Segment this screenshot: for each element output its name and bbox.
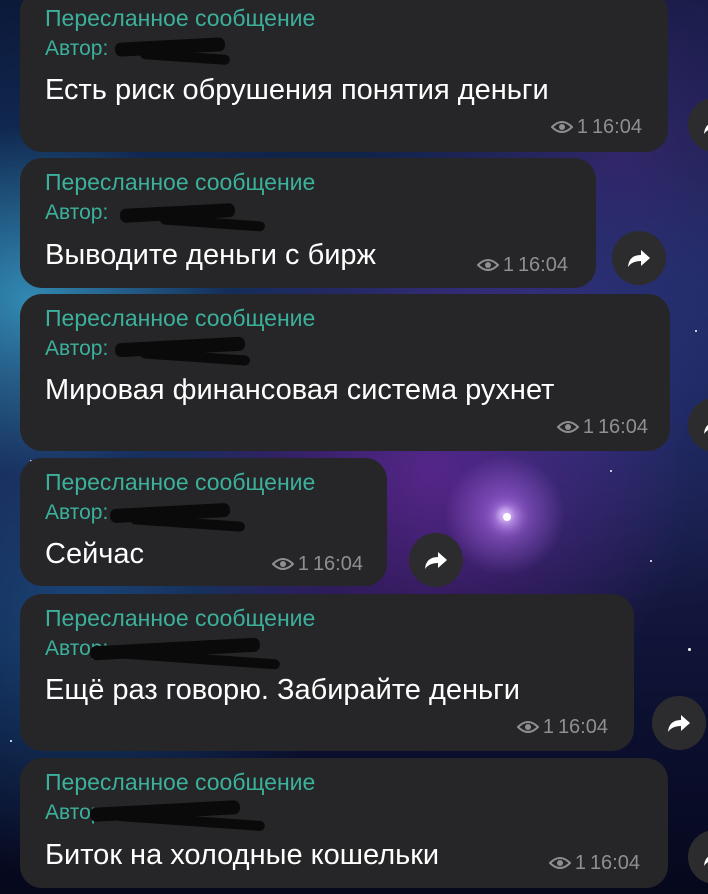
- message-bubble[interactable]: Пересланное сообщение Автор: Выводите де…: [20, 158, 596, 288]
- eye-icon: [550, 121, 573, 133]
- message-meta: 1 16:04: [271, 553, 363, 575]
- share-button[interactable]: [652, 696, 706, 750]
- share-button[interactable]: [688, 98, 708, 152]
- message-text: Ещё раз говорю. Забирайте деньги: [45, 674, 520, 706]
- message-bubble[interactable]: Пересланное сообщение Автор: Биток на хо…: [20, 758, 668, 888]
- message-time: 16:04: [589, 852, 640, 874]
- message-time: 16:04: [312, 553, 363, 575]
- share-arrow-icon: [668, 715, 690, 732]
- message-time: 16:04: [591, 116, 642, 138]
- message-text: Мировая финансовая система рухнет: [45, 374, 555, 406]
- message-bubble[interactable]: Пересланное сообщение Автор: Сейчас 1 16…: [20, 458, 387, 586]
- star: [688, 648, 691, 651]
- message-bubble[interactable]: Пересланное сообщение Автор: Ещё раз гов…: [20, 594, 634, 751]
- views-count: 1: [582, 416, 594, 438]
- message-bubble[interactable]: Пересланное сообщение Автор: Мировая фин…: [20, 294, 670, 451]
- eye-icon: [548, 857, 571, 869]
- author-label: Автор:: [45, 501, 109, 524]
- message-meta: 1 16:04: [476, 254, 568, 276]
- forwarded-label: Пересланное сообщение: [45, 769, 316, 795]
- views-count: 1: [502, 254, 514, 276]
- views-count: 1: [542, 716, 554, 738]
- message-meta: 1 16:04: [550, 116, 642, 138]
- message-meta: 1 16:04: [548, 852, 640, 874]
- star: [503, 513, 511, 521]
- forwarded-label: Пересланное сообщение: [45, 305, 316, 331]
- share-arrow-icon: [628, 250, 650, 267]
- eye-icon: [516, 721, 539, 733]
- message-time: 16:04: [517, 254, 568, 276]
- forwarded-label: Пересланное сообщение: [45, 169, 316, 195]
- share-arrow-icon: [425, 552, 447, 569]
- message-text: Сейчас: [45, 538, 145, 570]
- views-count: 1: [574, 852, 586, 874]
- share-button[interactable]: [688, 830, 708, 884]
- star: [695, 330, 697, 332]
- forwarded-label: Пересланное сообщение: [45, 469, 316, 495]
- eye-icon: [476, 259, 499, 271]
- forwarded-label: Пересланное сообщение: [45, 5, 316, 31]
- eye-icon: [271, 558, 294, 570]
- message-text: Выводите деньги с бирж: [45, 239, 376, 271]
- share-button[interactable]: [688, 398, 708, 452]
- share-button[interactable]: [612, 231, 666, 285]
- forwarded-label: Пересланное сообщение: [45, 605, 316, 631]
- star: [10, 740, 12, 742]
- star: [650, 560, 652, 562]
- share-button[interactable]: [409, 533, 463, 587]
- message-bubble[interactable]: Пересланное сообщение Автор: Есть риск о…: [20, 0, 668, 152]
- message-time: 16:04: [597, 416, 648, 438]
- views-count: 1: [297, 553, 309, 575]
- author-label: Автор:: [45, 201, 109, 224]
- views-count: 1: [576, 116, 588, 138]
- share-arrow-icon: [704, 424, 708, 434]
- star: [610, 470, 612, 472]
- message-text: Есть риск обрушения понятия деньги: [45, 74, 549, 106]
- share-arrow-icon: [704, 124, 708, 134]
- message-time: 16:04: [557, 716, 608, 738]
- share-arrow-icon: [704, 856, 708, 866]
- message-text: Биток на холодные кошельки: [45, 839, 440, 871]
- author-label: Автор:: [45, 37, 109, 60]
- eye-icon: [556, 421, 579, 433]
- message-meta: 1 16:04: [556, 416, 648, 438]
- author-label: Автор:: [45, 337, 109, 360]
- message-meta: 1 16:04: [516, 716, 608, 738]
